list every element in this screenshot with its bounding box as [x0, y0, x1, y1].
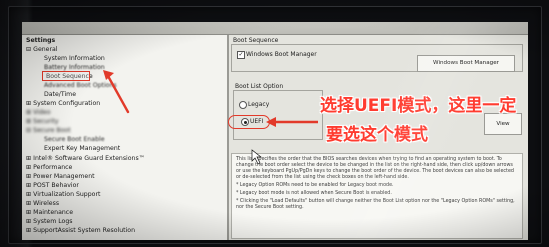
annotation-text-line2: 要选这个模式 [326, 125, 428, 145]
mouse-cursor-icon [251, 149, 263, 165]
arrow-to-uefi [266, 117, 318, 127]
annotation-arrows [103, 70, 318, 165]
annotation-text-line1: 选择UEFI模式，这里一定 [320, 96, 517, 116]
arrow-to-boot-sequence [103, 70, 130, 114]
